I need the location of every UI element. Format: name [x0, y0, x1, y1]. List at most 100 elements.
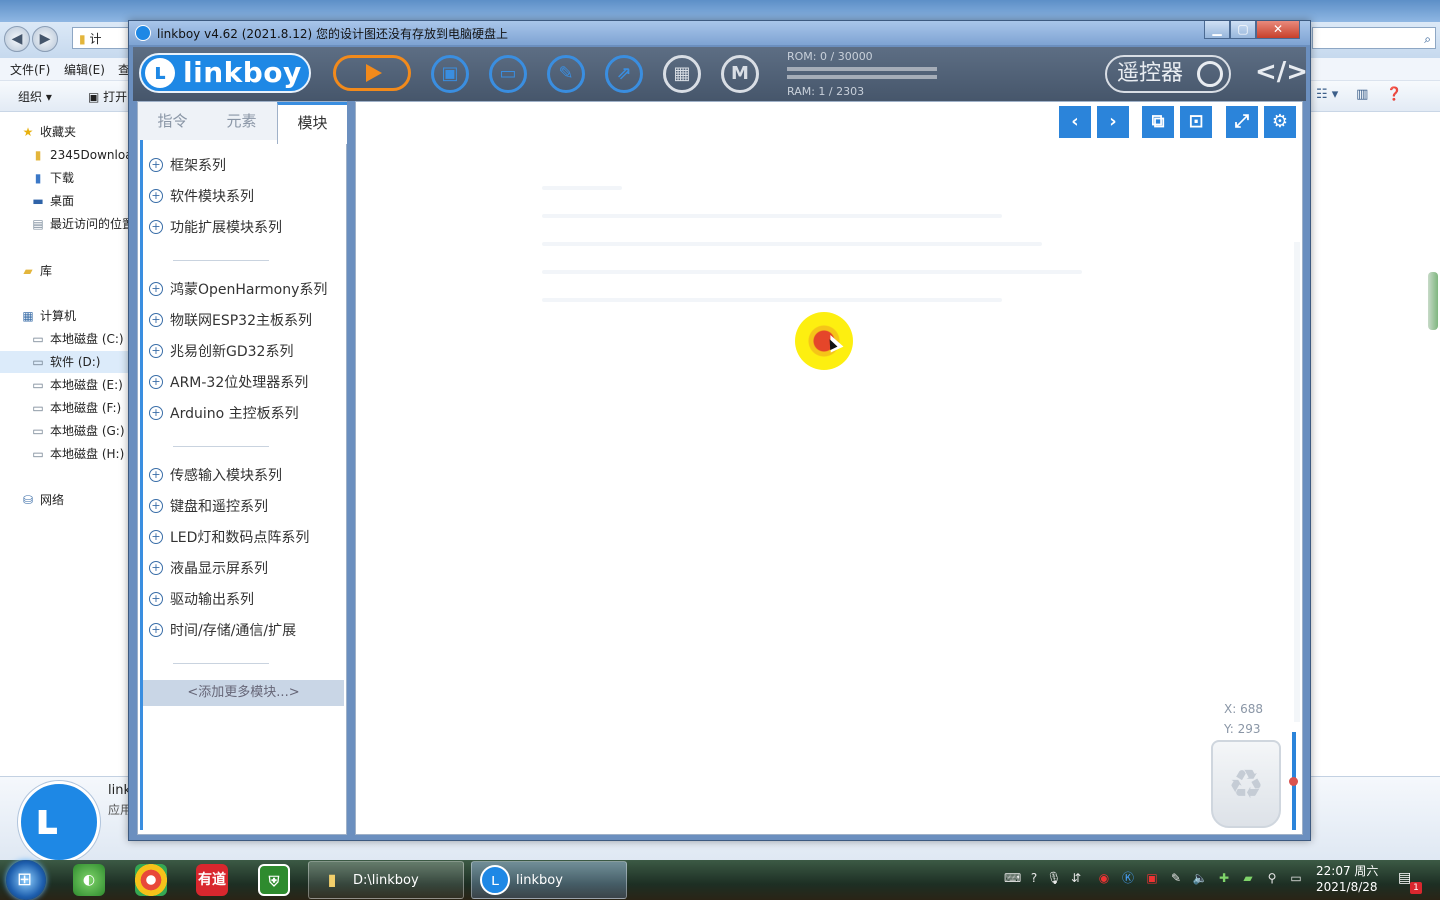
nav-label: 本地磁盘 (G:)	[50, 424, 125, 438]
module-group-item[interactable]: + 框架系列	[149, 154, 226, 178]
nav-favorite-item[interactable]: ▬ 桌面	[30, 190, 74, 212]
volume-icon[interactable]: 🔈	[1192, 870, 1208, 886]
expand-icon: +	[149, 189, 163, 203]
nav-computer[interactable]: ▦ 计算机	[20, 305, 76, 327]
chrome-icon[interactable]	[135, 864, 167, 896]
tab-modules[interactable]: 模块	[277, 102, 347, 144]
back-button[interactable]: ◀	[4, 26, 30, 52]
m-icon: M	[731, 63, 749, 84]
maximize-button[interactable]: ▢	[1230, 21, 1256, 39]
menu-file[interactable]: 文件(F)	[10, 61, 50, 78]
add-more-modules-button[interactable]: <添加更多模块...>	[143, 680, 344, 706]
module-group-item[interactable]: + ARM-32位处理器系列	[149, 371, 308, 395]
tray-arrow-icon[interactable]: ⇵	[1068, 870, 1084, 886]
grid-button[interactable]: ▦	[663, 55, 701, 93]
module-group-item[interactable]: + 物联网ESP32主板系列	[149, 309, 312, 333]
nav-drive-selected[interactable]: ▭ 软件 (D:)	[0, 351, 130, 373]
expand-icon: +	[149, 220, 163, 234]
clock-time: 22:07 周六	[1316, 864, 1379, 878]
panel-tabs: 指令 元素 模块	[138, 102, 347, 144]
tab-instructions[interactable]: 指令	[138, 102, 207, 140]
security-shield-icon[interactable]: ⛨	[258, 864, 290, 896]
youdao-icon[interactable]: 有道	[196, 864, 228, 896]
preview-pane-icon[interactable]: ▥	[1356, 87, 1368, 102]
close-button[interactable]: ✕	[1256, 21, 1300, 39]
record-icon[interactable]: ◉	[1096, 870, 1112, 886]
keyboard-icon[interactable]: ⌨	[1004, 870, 1021, 886]
start-button[interactable]: ⊞	[6, 860, 46, 900]
module-group-item[interactable]: + 时间/存储/通信/扩展	[149, 619, 296, 643]
menu-edit[interactable]: 编辑(E)	[64, 61, 105, 78]
m-button[interactable]: M	[721, 55, 759, 93]
nav-drive[interactable]: ▭ 本地磁盘 (H:)	[30, 443, 124, 465]
run-button[interactable]	[333, 55, 411, 91]
module-group-item[interactable]: + Arduino 主控板系列	[149, 402, 299, 426]
power-icon	[1197, 61, 1223, 87]
browser-pin-icon[interactable]: ◐	[73, 864, 105, 896]
code-view-button[interactable]: </>	[1255, 57, 1308, 87]
edit-button[interactable]: ✎	[547, 55, 585, 93]
nav-drive[interactable]: ▭ 本地磁盘 (E:)	[30, 374, 122, 396]
open-button[interactable]: ▣ 打开	[88, 88, 127, 105]
help-icon[interactable]: ❓	[1386, 87, 1402, 102]
microphone-icon[interactable]: 🎙	[1046, 870, 1062, 886]
module-group-item[interactable]: + 液晶显示屏系列	[149, 557, 268, 581]
next-button[interactable]: ›	[1097, 106, 1129, 138]
tab-elements[interactable]: 元素	[207, 102, 276, 140]
nav-library[interactable]: ▰ 库	[20, 260, 52, 282]
expand-icon: +	[149, 375, 163, 389]
explorer-scrollbar-thumb[interactable]	[1428, 272, 1438, 330]
module-group-item[interactable]: + 传感输入模块系列	[149, 464, 282, 488]
clock[interactable]: 22:07 周六 2021/8/28	[1316, 863, 1378, 895]
nvidia-icon[interactable]: ▰	[1240, 870, 1256, 886]
pen-icon[interactable]: ✎	[1168, 870, 1184, 886]
prev-button[interactable]: ‹	[1059, 106, 1091, 138]
open-folder-button[interactable]: ▭	[489, 55, 527, 93]
nav-favorite-item[interactable]: ▮ 2345Downloa	[30, 144, 133, 166]
forward-button[interactable]: ▶	[32, 26, 58, 52]
linkboy-titlebar[interactable]: linkboy v4.62 (2021.8.12) 您的设计图还没有存放到电脑硬…	[129, 21, 1310, 45]
nav-favorite-item[interactable]: ▤ 最近访问的位置	[30, 213, 134, 235]
rom-usage: ROM: 0 / 30000	[787, 50, 873, 63]
module-group-label: ARM-32位处理器系列	[170, 375, 309, 391]
nav-favorites[interactable]: ★ 收藏夹	[20, 121, 76, 143]
nav-favorite-item[interactable]: ▮ 下载	[30, 167, 74, 189]
remote-control-button[interactable]: 遥控器	[1105, 55, 1231, 93]
module-group-item[interactable]: + 鸿蒙OpenHarmony系列	[149, 278, 327, 302]
nav-label: 计算机	[40, 309, 77, 323]
app-red-icon[interactable]: ▣	[1144, 870, 1160, 886]
drive-icon: ▭	[32, 401, 44, 415]
paste-button[interactable]: ⊡	[1180, 106, 1212, 138]
trash-bin-icon[interactable]: ♻	[1211, 740, 1281, 828]
nav-network[interactable]: ⛁ 网络	[20, 489, 64, 511]
module-group-item[interactable]: + LED灯和数码点阵系列	[149, 526, 309, 550]
nav-drive[interactable]: ▭ 本地磁盘 (G:)	[30, 420, 125, 442]
green-app-icon[interactable]: ✚	[1216, 870, 1232, 886]
cursor-highlight	[795, 312, 853, 370]
display-icon[interactable]: ▭	[1288, 870, 1304, 886]
module-group-item[interactable]: + 键盘和遥控系列	[149, 495, 268, 519]
design-canvas[interactable]: ‹ › ⧉ ⊡ ⤢ ⚙ X: 688 Y: 293 ♻	[355, 101, 1303, 835]
save-button[interactable]: ▣	[431, 55, 469, 93]
nav-drive[interactable]: ▭ 本地磁盘 (C:)	[30, 328, 123, 350]
minimize-button[interactable]: ▁	[1204, 21, 1230, 39]
taskbar-explorer[interactable]: ▮ D:\linkboy	[308, 861, 464, 899]
copy-button[interactable]: ⧉	[1142, 106, 1174, 138]
help-tray-icon[interactable]: ?	[1026, 870, 1042, 886]
separator	[173, 663, 269, 664]
search-input[interactable]: ⌕	[1312, 27, 1436, 49]
network-tray-icon[interactable]: ⚲	[1264, 870, 1280, 886]
k-app-icon[interactable]: Ⓚ	[1120, 870, 1136, 886]
export-button[interactable]: ⇗	[605, 55, 643, 93]
module-group-item[interactable]: + 功能扩展模块系列	[149, 216, 282, 240]
settings-button[interactable]: ⚙	[1264, 106, 1296, 138]
module-group-item[interactable]: + 驱动输出系列	[149, 588, 254, 612]
taskbar-linkboy[interactable]: ʟ linkboy	[471, 861, 627, 899]
nav-drive[interactable]: ▭ 本地磁盘 (F:)	[30, 397, 121, 419]
view-options-icon[interactable]: ☷ ▾	[1316, 87, 1338, 102]
fit-view-button[interactable]: ⤢	[1226, 106, 1258, 138]
module-group-item[interactable]: + 软件模块系列	[149, 185, 254, 209]
organize-button[interactable]: 组织 ▾	[18, 88, 52, 105]
clock-date: 2021/8/28	[1316, 880, 1378, 894]
module-group-item[interactable]: + 兆易创新GD32系列	[149, 340, 293, 364]
